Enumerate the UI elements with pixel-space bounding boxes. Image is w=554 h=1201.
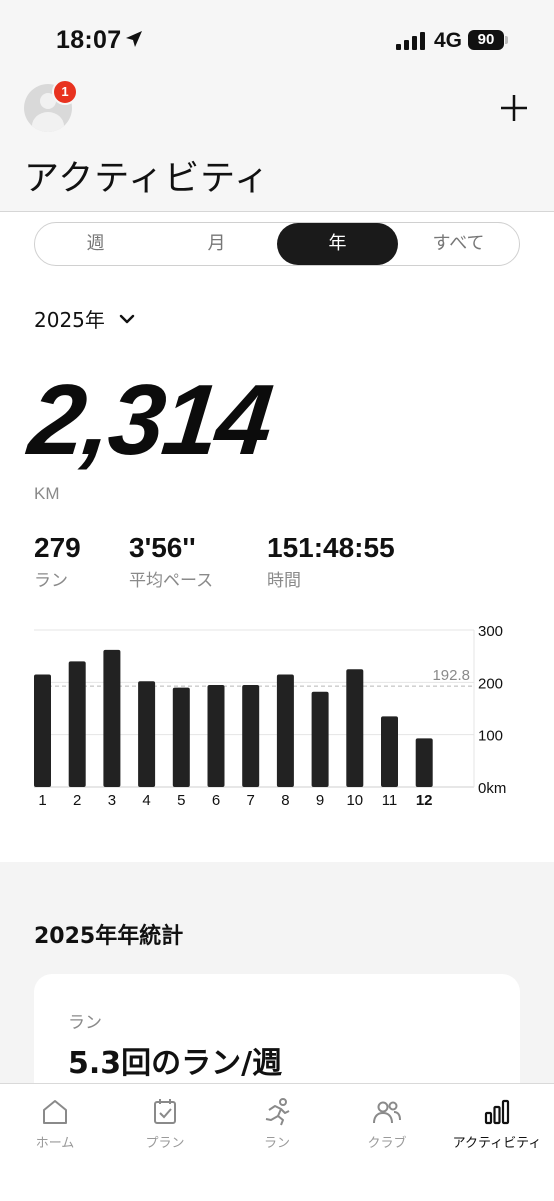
bar-7 bbox=[242, 684, 260, 787]
y-tick-label: 200 bbox=[478, 675, 503, 692]
tab-plan-label: プラン bbox=[145, 1136, 185, 1151]
bar-9 bbox=[311, 691, 329, 787]
bar-10 bbox=[346, 669, 364, 787]
plan-icon bbox=[154, 1099, 176, 1124]
bar-3 bbox=[103, 649, 121, 787]
home-icon bbox=[43, 1100, 67, 1124]
bar-11 bbox=[381, 716, 398, 787]
club-icon bbox=[373, 1101, 401, 1124]
x-tick-label: 1 bbox=[38, 792, 46, 809]
x-tick-label: 2 bbox=[73, 792, 81, 809]
bar-6 bbox=[207, 684, 225, 787]
battery-icon: 90 bbox=[468, 30, 504, 50]
network-type: 4G bbox=[434, 29, 463, 52]
chevron-down-icon bbox=[119, 314, 135, 323]
x-tick-label: 8 bbox=[281, 792, 289, 809]
y-tick-label: 300 bbox=[478, 623, 503, 640]
pace-value: 3'56'' bbox=[129, 532, 196, 563]
x-tick-label: 7 bbox=[247, 792, 255, 809]
page-title: アクティビティ bbox=[24, 159, 271, 199]
x-tick-label: 5 bbox=[177, 792, 185, 809]
tab-month[interactable]: 月 bbox=[156, 223, 277, 265]
bar-12 bbox=[415, 738, 433, 787]
bar-8 bbox=[276, 674, 294, 787]
x-tick-label: 11 bbox=[382, 792, 398, 809]
location-arrow-icon bbox=[126, 31, 142, 47]
add-icon[interactable] bbox=[496, 90, 532, 126]
tab-run[interactable]: ラン bbox=[222, 1096, 332, 1151]
bar-4 bbox=[138, 681, 156, 787]
x-tick-label: 6 bbox=[212, 792, 220, 809]
status-time: 18:07 bbox=[56, 26, 122, 54]
battery-cap bbox=[505, 36, 508, 44]
x-tick-label: 9 bbox=[316, 792, 324, 809]
activity-icon bbox=[484, 1099, 510, 1125]
period-segmented-control: 週 月 年 すべて bbox=[34, 222, 520, 266]
bar-2 bbox=[68, 661, 86, 787]
y-tick-label: 0km bbox=[478, 780, 506, 797]
cellular-signal-icon bbox=[396, 32, 425, 50]
time-value: 151:48:55 bbox=[267, 532, 395, 563]
tab-run-label: ラン bbox=[263, 1136, 290, 1151]
bottom-tab-bar: ホーム プラン ラン クラブ アクティビティ bbox=[0, 1083, 554, 1201]
year-selector[interactable]: 2025年 bbox=[34, 304, 137, 333]
tab-club-label: クラブ bbox=[367, 1136, 407, 1151]
card-value: 5.3回のラン/週 bbox=[68, 1046, 283, 1081]
battery-level: 90 bbox=[477, 31, 495, 48]
time-stat: 151:48:55 時間 bbox=[267, 532, 395, 591]
tab-home[interactable]: ホーム bbox=[0, 1096, 110, 1151]
x-tick-label: 12 bbox=[416, 792, 433, 809]
year-label: 2025年 bbox=[34, 308, 105, 332]
bar-1 bbox=[34, 674, 51, 787]
app-header: 1 アクティビティ bbox=[0, 79, 554, 212]
tab-club[interactable]: クラブ bbox=[332, 1096, 442, 1151]
bar-5 bbox=[172, 687, 190, 787]
runs-value: 279 bbox=[34, 532, 81, 563]
status-bar: 18:07 4G 90 bbox=[0, 0, 554, 84]
tab-year[interactable]: 年 bbox=[277, 223, 398, 265]
runs-label: ラン bbox=[34, 571, 68, 591]
tab-activity[interactable]: アクティビティ bbox=[442, 1096, 552, 1151]
notification-badge: 1 bbox=[52, 79, 78, 105]
total-distance: 2,314 bbox=[24, 364, 277, 476]
tab-plan[interactable]: プラン bbox=[110, 1096, 220, 1151]
tab-all[interactable]: すべて bbox=[398, 223, 519, 265]
runs-stat: 279 ラン bbox=[34, 532, 81, 591]
card-label: ラン bbox=[68, 1013, 102, 1033]
distance-unit: KM bbox=[34, 484, 60, 503]
pace-stat: 3'56'' 平均ペース bbox=[129, 532, 213, 591]
monthly-distance-chart: 3002001000km192.81 2 3 4 5 6 7 8 9 10 11 12 bbox=[34, 623, 506, 809]
tab-home-label: ホーム bbox=[35, 1136, 75, 1151]
x-tick-label: 3 bbox=[108, 792, 116, 809]
pace-label: 平均ペース bbox=[129, 571, 214, 591]
x-tick-label: 4 bbox=[142, 792, 150, 809]
yearly-stats-section: 2025年年統計 ラン 5.3回のラン/週 bbox=[0, 862, 554, 1114]
stats-title: 2025年年統計 bbox=[34, 924, 184, 949]
run-icon bbox=[265, 1098, 290, 1126]
tab-week[interactable]: 週 bbox=[35, 223, 156, 265]
tab-activity-label: アクティビティ bbox=[452, 1136, 542, 1151]
average-label: 192.8 bbox=[432, 667, 470, 684]
y-tick-label: 100 bbox=[478, 728, 503, 745]
x-tick-label: 10 bbox=[346, 792, 363, 809]
time-label: 時間 bbox=[267, 571, 301, 591]
avatar-body bbox=[32, 112, 64, 132]
